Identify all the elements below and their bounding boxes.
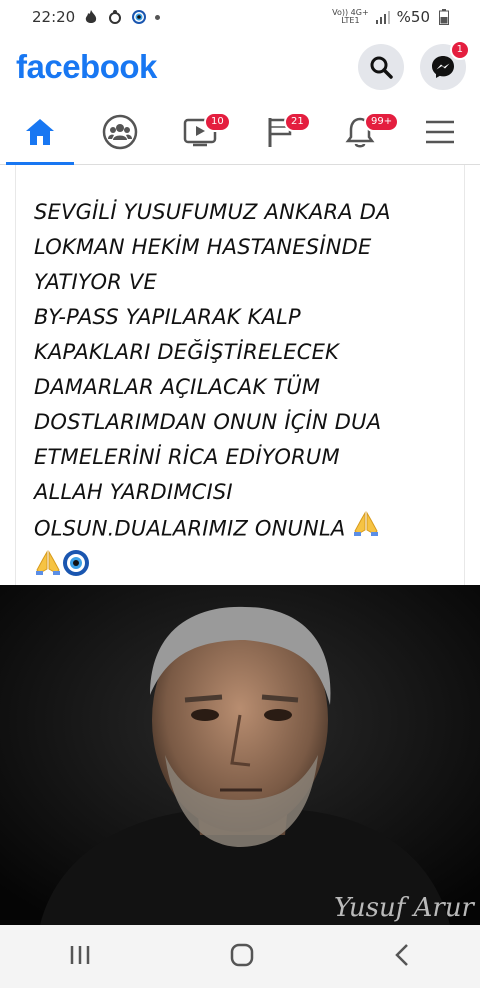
- battery-icon: [436, 9, 452, 25]
- praying-hands-icon: [352, 510, 380, 549]
- home-nav-button[interactable]: [229, 942, 255, 972]
- pages-badge: 21: [284, 112, 311, 132]
- home-circle-icon: [230, 943, 254, 966]
- system-nav-bar: [0, 925, 480, 988]
- messenger-button[interactable]: 1: [420, 40, 470, 90]
- app-header: facebook 1: [0, 34, 480, 100]
- groups-icon: [102, 114, 138, 150]
- menu-icon: [426, 120, 454, 144]
- messenger-icon: [432, 56, 454, 78]
- back-icon: [394, 943, 408, 966]
- dot-icon: [155, 14, 161, 20]
- recent-apps-button[interactable]: [68, 944, 92, 970]
- post-text: SEVGİLİ YUSUFUMUZ ANKARA DA LOKMAN HEKİM…: [34, 200, 391, 541]
- notification-icon: [107, 9, 123, 25]
- network-indicator: Vo)) 4G+ LTE1: [332, 9, 369, 25]
- status-bar: 22:20 Vo)) 4G+ LTE1 %50: [0, 0, 480, 34]
- evil-eye-icon: [131, 9, 147, 25]
- back-button[interactable]: [392, 943, 412, 971]
- post-photo[interactable]: Yusuf Arur: [0, 585, 480, 925]
- post-card: SEVGİLİ YUSUFUMUZ ANKARA DA LOKMAN HEKİM…: [0, 165, 480, 585]
- status-time: 22:20: [32, 8, 76, 26]
- battery-percent: %50: [396, 8, 430, 26]
- recent-apps-icon: [71, 945, 90, 964]
- flame-icon: [83, 9, 99, 25]
- tab-menu[interactable]: [400, 100, 480, 164]
- tab-home[interactable]: [0, 100, 80, 165]
- home-icon: [26, 119, 54, 145]
- tab-watch[interactable]: 10: [160, 100, 240, 164]
- search-button[interactable]: [358, 44, 404, 90]
- tab-pages[interactable]: 21: [240, 100, 320, 164]
- tab-bar: 10 21 99+: [0, 100, 480, 165]
- photo-signature: Yusuf Arur: [333, 893, 474, 923]
- praying-hands-icon-2: [34, 549, 62, 588]
- tab-notifications[interactable]: 99+: [320, 100, 400, 164]
- portrait-image: [0, 585, 480, 925]
- evil-eye-icon-post: [62, 549, 90, 588]
- network-bottom: LTE1: [341, 16, 360, 25]
- watch-badge: 10: [204, 112, 231, 132]
- tab-groups[interactable]: [80, 100, 160, 164]
- messenger-badge: 1: [449, 40, 470, 60]
- post-body: SEVGİLİ YUSUFUMUZ ANKARA DA LOKMAN HEKİM…: [34, 195, 434, 588]
- facebook-logo[interactable]: facebook: [0, 48, 157, 86]
- signal-icon: [375, 9, 391, 25]
- search-icon: [370, 56, 393, 79]
- notifications-badge: 99+: [364, 112, 400, 132]
